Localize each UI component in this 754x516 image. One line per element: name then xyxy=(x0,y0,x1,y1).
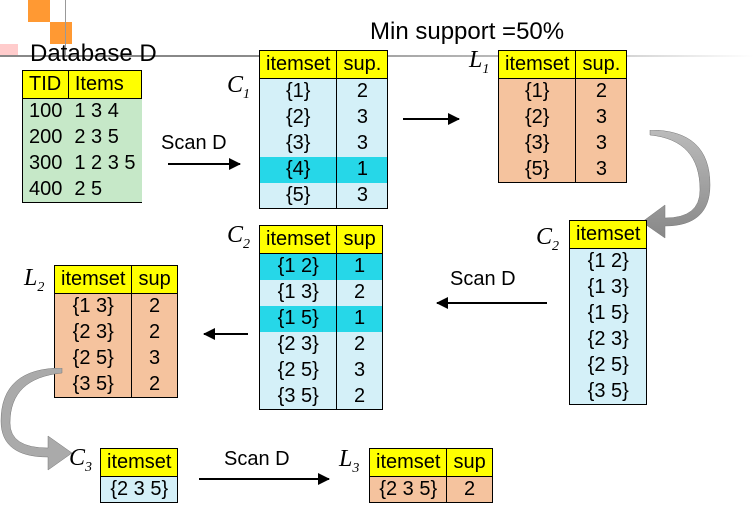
arrow-c3-to-l3 xyxy=(199,478,329,480)
l1-symbol: L1 xyxy=(469,47,489,78)
database-d-label: Database D xyxy=(30,40,157,68)
c2-set-symbol: C2 xyxy=(536,224,559,255)
l1-table: itemsetsup. {1}2{2}3{3}3{5}3 xyxy=(498,50,627,183)
c1-table: itemsetsup. {1}2{2}3{3}3{4}1{5}3 xyxy=(259,50,388,209)
scan-d-2: Scan D xyxy=(450,268,516,291)
c1-symbol: C1 xyxy=(227,72,250,103)
c3-symbol: C3 xyxy=(69,445,92,476)
min-support-title: Min support =50% xyxy=(370,18,564,46)
l3-symbol: L3 xyxy=(339,446,359,477)
l2-symbol: L2 xyxy=(24,265,44,296)
arrow-c2set-to-c2 xyxy=(437,302,547,304)
tid-header: TID xyxy=(23,71,69,99)
arrow-c1-to-l1 xyxy=(403,118,459,120)
c2-table: itemsetsup {1 2}1{1 3}2{1 5}1{2 3}2{2 5}… xyxy=(259,225,383,410)
scan-d-1: Scan D xyxy=(161,132,227,155)
c2-symbol: C2 xyxy=(227,222,250,253)
arrow-d-to-c1 xyxy=(168,163,240,165)
arrow-c2-to-l2 xyxy=(204,333,248,335)
l3-table: itemsetsup {2 3 5}2 xyxy=(369,448,493,503)
database-table: TIDItems 1001 3 42002 3 53001 2 3 54002 … xyxy=(22,70,142,203)
arrow-l1-to-c2 xyxy=(640,130,715,240)
c2-set-table: itemset {1 2}{1 3}{1 5}{2 3}{2 5}{3 5} xyxy=(569,220,647,405)
scan-d-3: Scan D xyxy=(224,448,290,471)
c3-table: itemset {2 3 5} xyxy=(100,448,178,503)
items-header: Items xyxy=(68,71,141,99)
